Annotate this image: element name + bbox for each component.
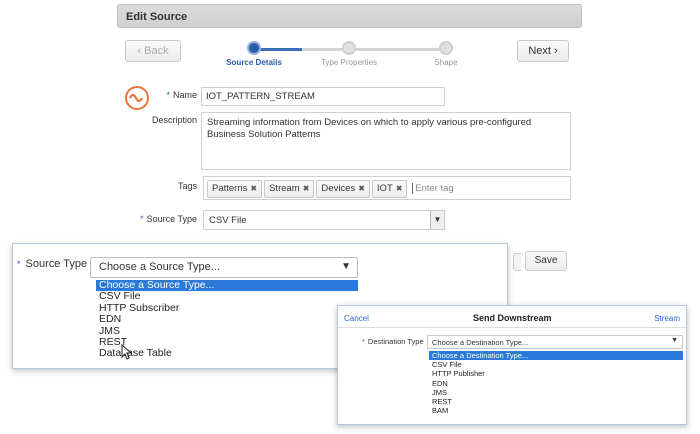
step-shape-marker[interactable] (439, 41, 453, 55)
mouse-cursor-icon (121, 344, 133, 360)
send-downstream-title: Send Downstream (473, 313, 552, 323)
remove-tag-icon[interactable]: ✖ (396, 184, 403, 193)
tag-chip[interactable]: IOT ✖ (371, 180, 408, 198)
cancel-button[interactable]: Cancel (344, 314, 369, 323)
tags-field[interactable]: Patterns ✖ Stream ✖ Devices ✖ IOT ✖ Enter tag (203, 176, 571, 200)
save-button[interactable]: Save (525, 251, 567, 271)
stream-button[interactable]: Stream (654, 314, 680, 323)
header-divider (338, 327, 686, 328)
tags-label: Tags (177, 181, 197, 191)
zoom-source-type-label: * Source Type (17, 258, 88, 270)
zoom-source-type-value: Choose a Source Type... (99, 261, 220, 273)
destination-type-value: Choose a Destination Type... (432, 338, 529, 347)
tag-chip[interactable]: Devices ✖ (316, 180, 370, 198)
tag-chip-label: Patterns (212, 183, 248, 194)
name-field[interactable]: IOT_PATTERN_STREAM (201, 87, 445, 106)
stream-logo-icon (125, 86, 149, 110)
tag-chip-label: Devices (321, 183, 356, 194)
destination-type-options: Choose a Destination Type... CSV File HT… (429, 351, 683, 415)
source-type-options: Choose a Source Type... CSV File HTTP Su… (96, 279, 358, 360)
option-csv-file[interactable]: CSV File (429, 360, 683, 369)
option-http-subscriber[interactable]: HTTP Subscriber (96, 302, 358, 314)
source-type-select[interactable]: CSV File ▼ (203, 210, 445, 230)
train-progress (256, 48, 302, 51)
step-type-properties-marker[interactable] (342, 41, 356, 55)
remove-tag-icon[interactable]: ✖ (250, 184, 257, 193)
step-shape-label: Shape (434, 58, 458, 67)
source-type-label: * Source Type (140, 214, 197, 224)
option-rest[interactable]: REST (429, 397, 683, 406)
back-button[interactable]: ‹ Back (125, 40, 181, 62)
option-database-table[interactable]: Database Table (96, 347, 358, 359)
name-label: * Name (166, 90, 197, 100)
destination-type-label: * Destination Type (362, 337, 424, 346)
tag-chip-label: IOT (376, 183, 393, 194)
tag-input[interactable]: Enter tag (412, 183, 454, 194)
remove-tag-icon[interactable]: ✖ (303, 184, 310, 193)
option-edn[interactable]: EDN (96, 313, 358, 325)
next-button[interactable]: Next › (517, 40, 569, 62)
step-source-details-marker[interactable] (247, 41, 261, 55)
dialog-title: Edit Source (117, 4, 582, 28)
option-edn[interactable]: EDN (429, 379, 683, 388)
send-downstream-panel: Cancel Send Downstream Stream * Destinati… (337, 305, 687, 425)
option-bam[interactable]: BAM (429, 406, 683, 415)
description-label: Description (151, 115, 197, 125)
chevron-down-icon[interactable]: ▼ (671, 337, 678, 344)
description-field[interactable]: Streaming information from Devices on wh… (201, 112, 571, 170)
step-source-details-label: Source Details (226, 58, 282, 67)
step-type-properties-label: Type Properties (320, 58, 378, 67)
source-type-value: CSV File (209, 215, 247, 226)
option-http-publisher[interactable]: HTTP Publisher (429, 369, 683, 378)
tag-chip-label: Stream (269, 183, 300, 194)
tag-chip[interactable]: Stream ✖ (264, 180, 315, 198)
option-jms[interactable]: JMS (96, 325, 358, 337)
hidden-button-edge (513, 253, 521, 271)
chevron-down-icon[interactable]: ▼ (430, 211, 444, 229)
zoom-source-type-select[interactable]: Choose a Source Type... ▼ (90, 257, 358, 278)
chevron-down-icon[interactable]: ▼ (341, 261, 351, 272)
option-jms[interactable]: JMS (429, 388, 683, 397)
option-choose-destination-type[interactable]: Choose a Destination Type... (429, 351, 683, 361)
tag-chip[interactable]: Patterns ✖ (207, 180, 263, 198)
destination-type-select[interactable]: Choose a Destination Type... ▼ (427, 335, 683, 349)
remove-tag-icon[interactable]: ✖ (358, 184, 365, 193)
